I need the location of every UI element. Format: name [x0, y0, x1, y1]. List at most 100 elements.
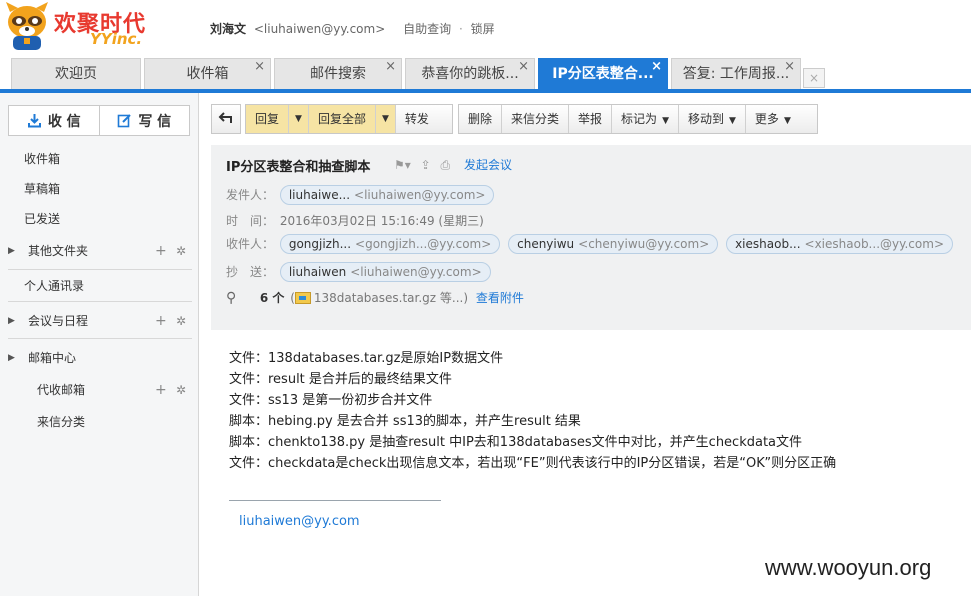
more-button[interactable]: 更多 ▼ [746, 105, 800, 133]
recipient-chip[interactable]: chenyiwu <chenyiwu@yy.com> [508, 234, 719, 254]
write-label: 写 信 [138, 113, 172, 130]
to-label: 收件人： [226, 237, 275, 251]
expand-arrow-icon[interactable]: ▶ [8, 237, 15, 265]
expand-arrow-icon[interactable]: ▶ [8, 344, 15, 372]
view-attachments-link[interactable]: 查看附件 [476, 291, 524, 305]
tab-label: 欢迎页 [55, 66, 97, 82]
start-meeting-link[interactable]: 发起会议 [464, 158, 512, 172]
attachment-count: 6 个 [259, 291, 285, 305]
chip-name: chenyiwu [517, 237, 575, 251]
receive-button[interactable]: 收 信 [9, 106, 99, 135]
add-event-icon[interactable]: + [155, 307, 167, 335]
forward-button[interactable]: 转发 [396, 105, 438, 133]
print-icon[interactable]: ⎙ [441, 158, 451, 172]
body-line: 文件：138databases.tar.gz是原始IP数据文件 [229, 351, 504, 366]
more-label: 更多 [754, 112, 779, 126]
sidebar-item-drafts[interactable]: 草稿箱 [0, 175, 199, 203]
sidebar-item-label: 代收邮箱 [37, 383, 86, 397]
sidebar-item-mail-classify[interactable]: 来信分类 [0, 408, 199, 436]
tab-bar: 欢迎页 收件箱 × 邮件搜索 × 恭喜你的跳板... × IP分区表整合... … [0, 58, 971, 93]
move-to-button[interactable]: 移动到 ▼ [679, 105, 746, 133]
close-icon[interactable]: × [784, 59, 795, 82]
tab-mail-search[interactable]: 邮件搜索 × [274, 58, 402, 89]
tab-inbox[interactable]: 收件箱 × [144, 58, 271, 89]
divider [8, 338, 192, 339]
tab-ip-partition[interactable]: IP分区表整合... × [538, 58, 668, 89]
sender-chip[interactable]: liuhaiwe... <liuhaiwen@yy.com> [279, 185, 495, 205]
reply-button[interactable]: 回复 [246, 105, 290, 133]
sidebar-item-calendar[interactable]: ▶ 会议与日程 + ✲ [0, 307, 199, 335]
tab-label: 恭喜你的跳板... [421, 66, 519, 82]
mark-as-button[interactable]: 标记为 ▼ [612, 105, 679, 133]
mail-reader: 回复 ▼ 回复全部 ▼ 转发 删除 来信分类 举报 标记为 ▼ 移动到 ▼ 更多 ▼ … [199, 93, 971, 596]
close-icon[interactable]: × [651, 59, 662, 82]
mail-toolbar: 回复 ▼ 回复全部 ▼ 转发 删除 来信分类 举报 标记为 ▼ 移动到 ▼ 更多 ▼ [199, 93, 971, 145]
body-line: 文件：ss13 是第一份初步合并文件 [229, 393, 433, 408]
tab-label: IP分区表整合... [552, 66, 654, 82]
from-label: 发件人： [226, 188, 275, 202]
reply-all-dropdown-icon[interactable]: ▼ [375, 105, 396, 133]
sidebar-item-inbox[interactable]: 收件箱 [0, 145, 199, 173]
sidebar-item-label: 邮箱中心 [28, 351, 77, 365]
reply-group: 回复 ▼ 回复全部 ▼ 转发 [245, 104, 453, 134]
flag-icon[interactable]: ⚑▾ [394, 158, 411, 172]
sidebar-item-mail-center[interactable]: ▶ 邮箱中心 [0, 344, 199, 372]
to-row: 收件人： gongjizh... <gongjizh...@yy.com> che… [226, 234, 957, 254]
tab-welcome[interactable]: 欢迎页 [11, 58, 141, 89]
close-icon[interactable]: × [254, 59, 265, 82]
attachment-name: 138databases.tar.gz 等...) [313, 291, 469, 305]
sidebar-item-proxy-mailbox[interactable]: 代收邮箱 + ✲ [0, 376, 199, 404]
chip-name: gongjizh... [288, 237, 352, 251]
add-mailbox-icon[interactable]: + [155, 376, 167, 404]
expand-arrow-icon[interactable]: ▶ [8, 307, 15, 335]
user-email: <liuhaiwen@yy.com> [253, 22, 386, 36]
add-folder-icon[interactable]: + [155, 237, 167, 265]
cc-chip[interactable]: liuhaiwen <liuhaiwen@yy.com> [279, 262, 491, 282]
sidebar-item-other-folders[interactable]: ▶ 其他文件夹 + ✲ [0, 237, 199, 265]
close-icon[interactable]: × [385, 59, 396, 82]
sidebar-item-sent[interactable]: 已发送 [0, 205, 199, 233]
lock-screen-link[interactable]: 锁屏 [471, 22, 495, 36]
chevron-down-icon: ▼ [662, 116, 669, 126]
body-line: 脚本：hebing.py 是去合并 ss13的脚本，并产生result 结果 [229, 414, 581, 429]
self-query-link[interactable]: 自助查询 [403, 22, 451, 36]
cc-row: 抄 送： liuhaiwen <liuhaiwen@yy.com> [226, 262, 495, 282]
user-bar: 刘海文 <liuhaiwen@yy.com> 自助查询 · 锁屏 [210, 20, 495, 37]
gear-icon[interactable]: ✲ [176, 237, 186, 265]
receive-label: 收 信 [47, 113, 81, 130]
watermark: www.wooyun.org [765, 555, 932, 580]
divider [8, 301, 192, 302]
share-icon[interactable]: ⇪ [421, 158, 431, 172]
compose-box: 收 信 写 信 [8, 105, 190, 136]
signature-divider [229, 500, 441, 501]
back-button[interactable] [211, 104, 241, 134]
report-button[interactable]: 举报 [569, 105, 613, 133]
recipient-chip[interactable]: gongjizh... <gongjizh...@yy.com> [279, 234, 501, 254]
gear-icon[interactable]: ✲ [176, 307, 186, 335]
signature-email-link[interactable]: liuhaiwen@yy.com [239, 514, 360, 529]
classify-button[interactable]: 来信分类 [502, 105, 570, 133]
brand-sub: YYinc. [90, 30, 143, 48]
close-icon[interactable]: × [518, 59, 529, 82]
close-all-tabs-icon[interactable]: × [803, 68, 825, 88]
mail-subject: IP分区表整合和抽查脚本 [226, 160, 371, 175]
brand-logo[interactable]: 欢聚时代 YYinc. [4, 2, 154, 54]
sidebar-item-label: 已发送 [24, 212, 61, 226]
tab-label: 收件箱 [186, 66, 229, 82]
raccoon-mascot-icon [6, 2, 48, 50]
sidebar-item-contacts[interactable]: 个人通讯录 [0, 272, 199, 300]
chip-name: xieshaob... [735, 237, 801, 251]
chip-address: <chenyiwu@yy.com> [578, 237, 710, 251]
chip-name: liuhaiwen [288, 265, 347, 279]
sidebar: 收 信 写 信 收件箱 草稿箱 已发送 ▶ 其他文件夹 + ✲ 个人通讯录 ▶ … [0, 93, 199, 596]
sidebar-item-label: 会议与日程 [28, 314, 89, 328]
write-button[interactable]: 写 信 [98, 106, 190, 135]
reply-all-button[interactable]: 回复全部 [308, 105, 376, 133]
gear-icon[interactable]: ✲ [176, 376, 186, 404]
subject-actions: ⚑▾ ⇪ ⎙ 发起会议 [394, 156, 518, 173]
delete-button[interactable]: 删除 [459, 105, 503, 133]
tab-weekly-report[interactable]: 答复: 工作周报... × [671, 58, 801, 89]
reply-dropdown-icon[interactable]: ▼ [289, 105, 309, 133]
tab-congrats[interactable]: 恭喜你的跳板... × [405, 58, 535, 89]
recipient-chip[interactable]: xieshaob... <xieshaob...@yy.com> [726, 234, 953, 254]
